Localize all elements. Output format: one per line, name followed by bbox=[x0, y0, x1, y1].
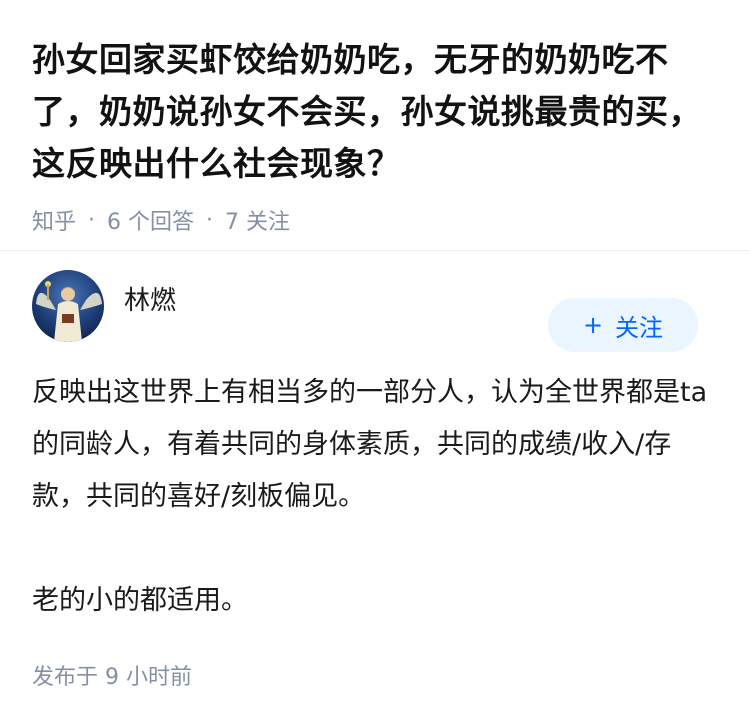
posted-time: 发布于 9 小时前 bbox=[32, 665, 192, 690]
author-row: 林燃 + 关注 bbox=[32, 251, 718, 371]
answer-content: 反映出这世界上有相当多的一部分人，认为全世界都是ta的同龄人，有着共同的身体素质… bbox=[32, 367, 718, 627]
answers-count[interactable]: 6 个回答 bbox=[107, 204, 194, 236]
follow-button[interactable]: + 关注 bbox=[548, 298, 698, 352]
answer-card: 林燃 + 关注 反映出这世界上有相当多的一部分人，认为全世界都是ta的同龄人，有… bbox=[0, 251, 750, 691]
question-title[interactable]: 孙女回家买虾饺给奶奶吃，无牙的奶奶吃不了，奶奶说孙女不会买，孙女说挑最贵的买，这… bbox=[32, 34, 718, 190]
angel-painting-avatar-icon bbox=[32, 270, 104, 342]
meta-separator: · bbox=[206, 207, 214, 233]
author-name[interactable]: 林燃 bbox=[124, 280, 176, 317]
meta-separator: · bbox=[88, 207, 96, 233]
answer-paragraph: 反映出这世界上有相当多的一部分人，认为全世界都是ta的同龄人，有着共同的身体素质… bbox=[32, 377, 708, 512]
avatar[interactable] bbox=[32, 270, 104, 342]
followers-count[interactable]: 7 关注 bbox=[225, 204, 290, 236]
question-meta: 知乎 · 6 个回答 · 7 关注 bbox=[32, 204, 718, 236]
source-label[interactable]: 知乎 bbox=[32, 204, 76, 236]
answer-paragraph: 老的小的都适用。 bbox=[32, 585, 248, 616]
question-header: 孙女回家买虾饺给奶奶吃，无牙的奶奶吃不了，奶奶说孙女不会买，孙女说挑最贵的买，这… bbox=[0, 0, 750, 235]
follow-label: 关注 bbox=[615, 313, 664, 342]
plus-icon: + bbox=[582, 311, 604, 339]
